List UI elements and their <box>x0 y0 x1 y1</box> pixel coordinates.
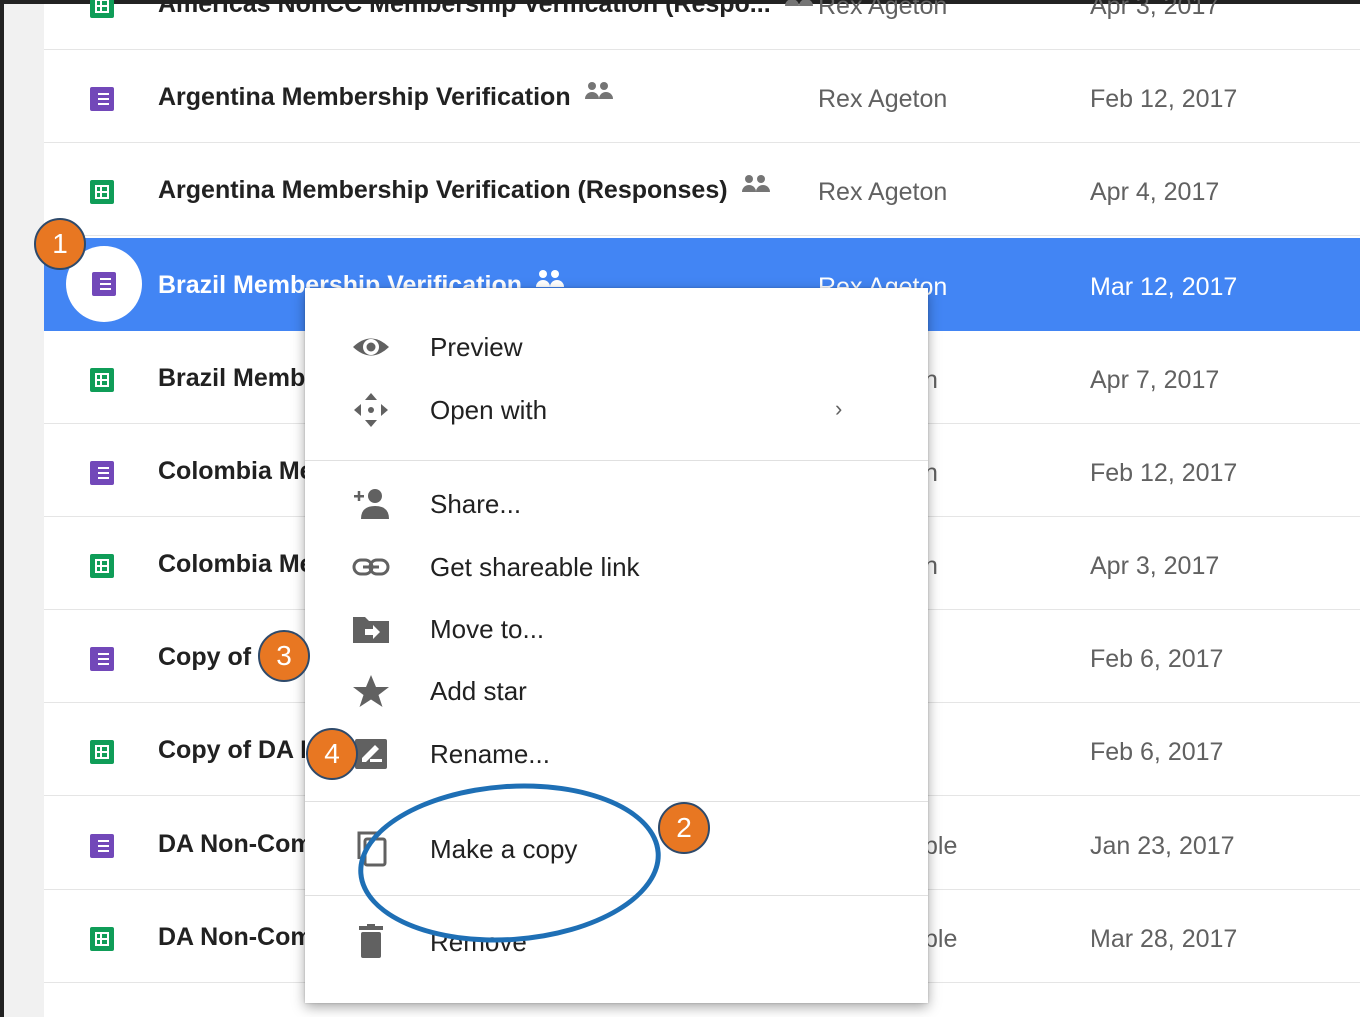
forms-file-icon <box>90 834 114 858</box>
shared-people-icon <box>584 82 615 102</box>
file-modified-date: Apr 7, 2017 <box>1090 366 1220 394</box>
forms-file-icon <box>90 87 114 111</box>
file-modified-date: Feb 6, 2017 <box>1090 738 1224 766</box>
forms-file-icon <box>92 272 116 296</box>
file-owner: Rex Ageton <box>818 178 948 206</box>
menu-item-label: Share... <box>430 489 522 519</box>
forms-file-icon <box>90 647 114 671</box>
file-modified-date: Mar 12, 2017 <box>1090 273 1238 301</box>
menu-item-label: Open with <box>430 395 548 425</box>
file-name: DA Non-Com <box>158 830 313 858</box>
trash-icon <box>359 924 383 958</box>
star-icon <box>353 675 389 707</box>
menu-divider <box>305 460 928 461</box>
file-modified-date: Apr 4, 2017 <box>1090 178 1220 206</box>
add-person-icon <box>354 489 389 519</box>
menu-item-rename[interactable]: Rename... <box>305 723 928 785</box>
left-gutter <box>4 4 44 1017</box>
sheets-file-icon <box>90 368 114 392</box>
step-badge-3: 3 <box>258 630 310 682</box>
file-name: Americas NonCC Membership Verification (… <box>158 0 771 18</box>
shared-people-icon <box>741 175 772 195</box>
sheets-file-icon <box>90 180 114 204</box>
file-name: Colombia Me <box>158 457 314 485</box>
folder-move-icon <box>353 617 389 643</box>
file-name: Copy of DA It <box>158 736 316 764</box>
menu-item-add-star[interactable]: Add star <box>305 660 928 722</box>
menu-item-label: Rename... <box>430 739 550 769</box>
file-modified-date: Feb 6, 2017 <box>1090 645 1224 673</box>
file-name: Argentina Membership Verification (Respo… <box>158 176 728 204</box>
file-row[interactable]: Argentina Membership Verification (Respo… <box>44 143 1360 236</box>
file-name: DA Non-Com <box>158 923 313 951</box>
menu-item-share[interactable]: Share... <box>305 473 928 535</box>
file-owner: ple <box>924 832 958 860</box>
file-name: Colombia Me <box>158 550 314 578</box>
file-modified-date: Jan 23, 2017 <box>1090 832 1235 860</box>
step-badge-2: 2 <box>658 802 710 854</box>
file-modified-date: Feb 12, 2017 <box>1090 459 1238 487</box>
file-modified-date: Apr 3, 2017 <box>1090 552 1220 580</box>
eye-icon <box>353 338 389 356</box>
menu-item-label: Get shareable link <box>430 552 640 582</box>
step-badge-1: 1 <box>34 218 86 270</box>
link-icon <box>352 558 390 576</box>
file-owner: Rex Ageton <box>818 0 948 20</box>
file-modified-date: Apr 3, 2017 <box>1090 0 1220 20</box>
file-row[interactable]: Americas NonCC Membership Verification (… <box>44 0 1360 50</box>
file-row[interactable]: Argentina Membership Verification Rex Ag… <box>44 50 1360 143</box>
menu-item-label: Preview <box>430 332 523 362</box>
menu-item-open-with[interactable]: Open with › <box>305 379 928 441</box>
sheets-file-icon <box>90 740 114 764</box>
sheets-file-icon <box>90 0 114 18</box>
menu-item-move-to[interactable]: Move to... <box>305 598 928 660</box>
file-modified-date: Mar 28, 2017 <box>1090 925 1238 953</box>
file-name: Argentina Membership Verification <box>158 83 571 111</box>
step-badge-4: 4 <box>306 728 358 780</box>
chevron-right-icon: › <box>835 396 843 421</box>
menu-item-label: Add star <box>430 676 527 706</box>
shared-people-icon <box>784 0 815 9</box>
sheets-file-icon <box>90 927 114 951</box>
move-arrows-icon <box>354 393 388 427</box>
sheets-file-icon <box>90 554 114 578</box>
forms-file-icon <box>90 461 114 485</box>
file-modified-date: Feb 12, 2017 <box>1090 85 1238 113</box>
file-owner: Rex Ageton <box>818 85 948 113</box>
file-name: Copy of <box>158 643 252 671</box>
menu-item-get-link[interactable]: Get shareable link <box>305 536 928 598</box>
menu-item-preview[interactable]: Preview <box>305 316 928 378</box>
menu-item-label: Move to... <box>430 614 545 644</box>
file-owner: ple <box>924 925 958 953</box>
file-name: Brazil Membe <box>158 364 320 392</box>
